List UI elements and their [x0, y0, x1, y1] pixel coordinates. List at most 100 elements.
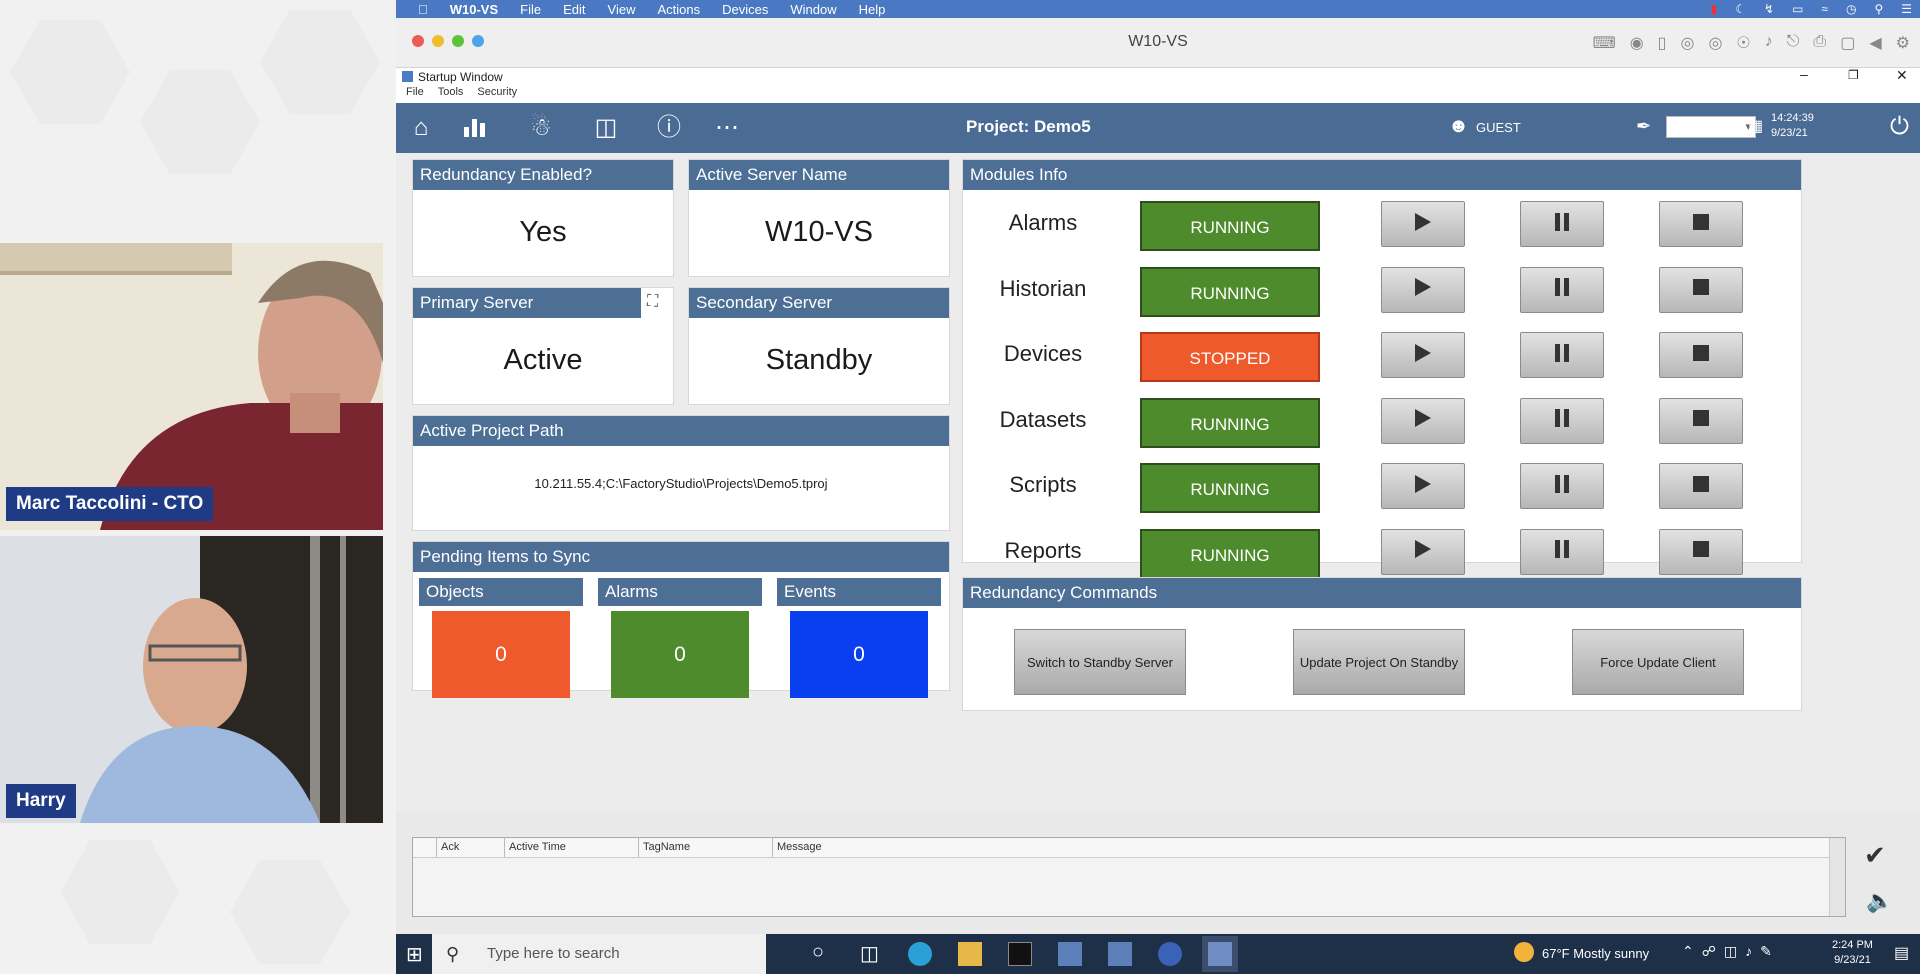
app-menu-file[interactable]: File	[406, 86, 424, 103]
redundancy-commands-card: Redundancy Commands Switch to Standby Se…	[962, 577, 1802, 711]
menubar-app-name[interactable]: W10-VS	[450, 2, 498, 17]
camera-icon[interactable]: ◉	[1630, 33, 1644, 53]
home-icon[interactable]: ⌂	[404, 113, 438, 143]
module-start-button[interactable]	[1381, 528, 1465, 575]
pause-icon	[1552, 407, 1572, 434]
cortana-icon[interactable]: ○	[812, 941, 824, 964]
module-stop-button[interactable]	[1659, 528, 1743, 575]
module-stop-button[interactable]	[1659, 332, 1743, 378]
settings-icon[interactable]: ⚙	[1896, 33, 1910, 53]
grid-scrollbar[interactable]	[1829, 838, 1845, 916]
menu-devices[interactable]: Devices	[722, 2, 768, 17]
edge-icon[interactable]	[908, 942, 932, 966]
menu-window[interactable]: Window	[790, 2, 836, 17]
notifications-icon[interactable]: ▤	[1894, 943, 1909, 963]
cd-icon[interactable]: ◎	[1708, 33, 1722, 53]
menu-edit[interactable]: Edit	[563, 2, 585, 17]
search-icon[interactable]: ⚲	[1874, 2, 1883, 16]
mute-icon[interactable]: 🔈	[1866, 888, 1893, 914]
moon-icon[interactable]: ☾	[1735, 2, 1746, 16]
record-icon[interactable]: ▮	[1711, 2, 1718, 16]
module-pause-button[interactable]	[1520, 528, 1604, 575]
file-explorer-icon[interactable]	[958, 942, 982, 966]
more-icon[interactable]: ⋯	[710, 113, 744, 143]
acknowledge-icon[interactable]: ✔	[1864, 840, 1886, 871]
module-pause-button[interactable]	[1520, 201, 1604, 247]
user-name[interactable]: GUEST	[1476, 120, 1521, 135]
modules-info-card: Modules Info Alarms RUNNING Historian RUNNI…	[962, 159, 1802, 644]
column-message[interactable]: Message	[773, 838, 1845, 857]
shared-folder-icon[interactable]: ▢	[1840, 33, 1855, 53]
brush-icon[interactable]: ✒	[1636, 116, 1651, 137]
module-stop-button[interactable]	[1659, 266, 1743, 313]
usb-icon[interactable]: ▯	[1658, 33, 1667, 53]
keyboard-icon[interactable]: ⌨	[1593, 33, 1616, 53]
back-icon[interactable]: ◀	[1869, 33, 1881, 53]
alarm-bell-icon[interactable]: ☃	[524, 113, 558, 143]
taskbar-date: 9/23/21	[1834, 954, 1871, 966]
module-pause-button[interactable]	[1520, 463, 1604, 509]
info-icon[interactable]: ⓘ	[652, 113, 686, 143]
module-stop-button[interactable]	[1659, 397, 1743, 444]
module-start-button[interactable]	[1381, 201, 1465, 247]
displays-icon[interactable]: ◫	[586, 113, 626, 143]
force-update-client-button[interactable]: Force Update Client	[1572, 629, 1744, 695]
module-start-button[interactable]	[1381, 332, 1465, 378]
clock-icon[interactable]: ◷	[1846, 2, 1856, 16]
chart-icon[interactable]	[458, 113, 492, 143]
expand-icon[interactable]: ⛶	[647, 293, 658, 311]
app-restore-icon[interactable]: ❐	[1848, 68, 1859, 82]
menu-file[interactable]: File	[520, 2, 541, 17]
module-pause-button[interactable]	[1520, 332, 1604, 378]
battery-icon[interactable]: ▭	[1792, 2, 1803, 16]
alarm-grid[interactable]: Ack Active Time TagName Message	[412, 837, 1846, 917]
menu-view[interactable]: View	[608, 2, 636, 17]
language-select[interactable]: ▾	[1666, 116, 1756, 138]
update-project-on-standby-button[interactable]: Update Project On Standby	[1293, 629, 1465, 695]
disk-icon[interactable]: ◎	[1680, 33, 1694, 53]
terminal-icon[interactable]	[1008, 942, 1032, 966]
start-icon[interactable]: ⊞	[406, 942, 423, 967]
module-start-button[interactable]	[1381, 397, 1465, 444]
user-icon[interactable]: ☻	[1448, 115, 1469, 138]
app-icon[interactable]	[1058, 942, 1082, 966]
module-start-button[interactable]	[1381, 463, 1465, 509]
menu-help[interactable]: Help	[859, 2, 886, 17]
participant-name-tag: Harry	[6, 784, 76, 818]
taskbar-clock[interactable]: 2:24 PM 9/23/21	[1832, 938, 1873, 968]
power-icon[interactable]: ⏻	[1890, 113, 1909, 141]
column-ack[interactable]: Ack	[437, 838, 505, 857]
app-menu-security[interactable]: Security	[477, 86, 517, 103]
weather-text[interactable]: 67°F Mostly sunny	[1542, 946, 1649, 961]
task-view-icon[interactable]: ◫	[860, 941, 879, 966]
bluetooth-icon[interactable]: ↯	[1764, 2, 1774, 16]
module-pause-button[interactable]	[1520, 397, 1604, 444]
tray-icons[interactable]: ⌃☍◫♪✎	[1682, 943, 1780, 960]
app-minimize-icon[interactable]: –	[1800, 66, 1808, 82]
app-icon[interactable]	[1108, 942, 1132, 966]
apple-icon[interactable]: 	[418, 2, 428, 17]
network-icon[interactable]: ☉	[1736, 33, 1750, 53]
microphone-icon[interactable]: ⎋	[1787, 33, 1800, 53]
active-server-value: W10-VS	[765, 216, 873, 248]
module-stop-button[interactable]	[1659, 463, 1743, 509]
speaker-icon[interactable]: ♪	[1765, 33, 1773, 53]
navbar-datetime: 14:24:39 9/23/21	[1771, 111, 1814, 141]
alarm-grid-header: Ack Active Time TagName Message	[413, 838, 1845, 858]
printer-icon[interactable]: ⎙	[1813, 33, 1826, 53]
app-close-icon[interactable]: ✕	[1896, 67, 1908, 84]
app-menu-tools[interactable]: Tools	[438, 86, 464, 103]
module-pause-button[interactable]	[1520, 266, 1604, 313]
factorystudio-icon[interactable]	[1202, 936, 1238, 972]
switch-to-standby-button[interactable]: Switch to Standby Server	[1014, 629, 1186, 695]
column-tagname[interactable]: TagName	[639, 838, 773, 857]
app-icon[interactable]	[1158, 942, 1182, 966]
taskbar-search[interactable]: ⚲ Type here to search	[432, 934, 766, 974]
background-hexagon	[60, 840, 180, 944]
module-stop-button[interactable]	[1659, 201, 1743, 247]
module-start-button[interactable]	[1381, 266, 1465, 313]
column-active-time[interactable]: Active Time	[505, 838, 639, 857]
menu-actions[interactable]: Actions	[657, 2, 700, 17]
wifi-icon[interactable]: ≈	[1821, 2, 1828, 16]
control-center-icon[interactable]: ☰	[1901, 2, 1912, 16]
